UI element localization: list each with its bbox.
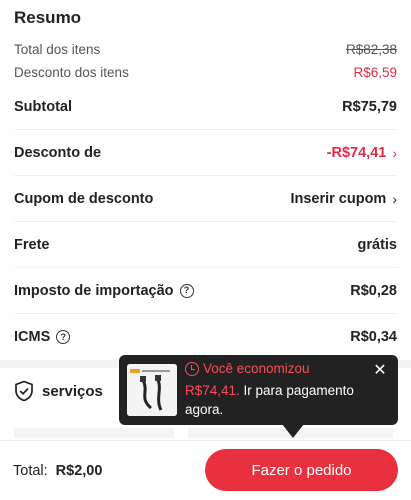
desconto-itens-row: Desconto dos itens R$6,59: [14, 65, 397, 80]
info-icon[interactable]: ?: [56, 330, 71, 344]
chevron-right-icon: ›: [392, 190, 397, 207]
frete-row: Frete grátis: [14, 222, 397, 268]
icms-value: R$0,34: [350, 329, 397, 345]
tooltip-amount: R$74,41.: [185, 383, 240, 398]
desconto-itens-value: R$6,59: [353, 65, 397, 80]
tooltip-heading-text: Você economizou: [203, 361, 310, 376]
product-thumbnail: [127, 364, 177, 416]
total-label: Total:: [13, 462, 48, 479]
close-icon[interactable]: ✕: [372, 363, 388, 379]
subtotal-label: Subtotal: [14, 98, 72, 115]
services-label: serviços: [42, 382, 103, 400]
inserir-cupom-link[interactable]: Inserir cupom ›: [290, 191, 397, 207]
card-placeholder: [14, 428, 174, 438]
imposto-row: Imposto de importação ? R$0,28: [14, 268, 397, 314]
imposto-label-wrap: Imposto de importação ?: [14, 283, 194, 299]
total-itens-row: Total dos itens R$82,38: [14, 42, 397, 57]
desconto-label: Desconto de: [14, 144, 102, 161]
summary-title: Resumo: [14, 8, 82, 27]
bottom-bar: Total: R$2,00 Fazer o pedido: [0, 440, 411, 500]
desconto-itens-label: Desconto dos itens: [14, 65, 129, 80]
tooltip-message: R$74,41. Ir para pagamento agora.: [185, 381, 375, 419]
desconto-value-wrap[interactable]: -R$74,41 ›: [327, 145, 397, 161]
shield-icon: [15, 380, 33, 402]
total-itens-value: R$82,38: [345, 42, 397, 57]
icms-row: ICMS ? R$0,34: [14, 314, 397, 360]
inserir-cupom-label: Inserir cupom: [290, 190, 387, 207]
chevron-right-icon: ›: [392, 144, 397, 161]
imposto-label: Imposto de importação: [14, 282, 174, 299]
info-icon[interactable]: ?: [179, 283, 194, 298]
desconto-value: -R$74,41: [326, 144, 387, 161]
frete-label: Frete: [14, 236, 50, 253]
total-value: R$2,00: [55, 462, 103, 479]
frete-value: grátis: [357, 236, 398, 253]
subtotal-row: Subtotal R$75,79: [14, 84, 397, 130]
icms-label-wrap: ICMS ?: [14, 329, 71, 345]
tooltip-arrow: [282, 424, 304, 438]
services-header[interactable]: serviços: [14, 380, 103, 402]
cupom-label: Cupom de desconto: [14, 190, 154, 207]
cupom-row[interactable]: Cupom de desconto Inserir cupom ›: [14, 176, 397, 222]
total-itens-label: Total dos itens: [14, 42, 101, 57]
savings-tooltip[interactable]: Você economizou R$74,41. Ir para pagamen…: [119, 355, 398, 425]
icms-label: ICMS: [14, 329, 51, 345]
clock-icon: [185, 361, 199, 376]
subtotal-value: R$75,79: [342, 98, 397, 115]
desconto-row[interactable]: Desconto de -R$74,41 ›: [14, 130, 397, 176]
tooltip-heading: Você economizou: [185, 361, 310, 376]
imposto-value: R$0,28: [350, 282, 397, 299]
place-order-button[interactable]: Fazer o pedido: [205, 449, 398, 491]
